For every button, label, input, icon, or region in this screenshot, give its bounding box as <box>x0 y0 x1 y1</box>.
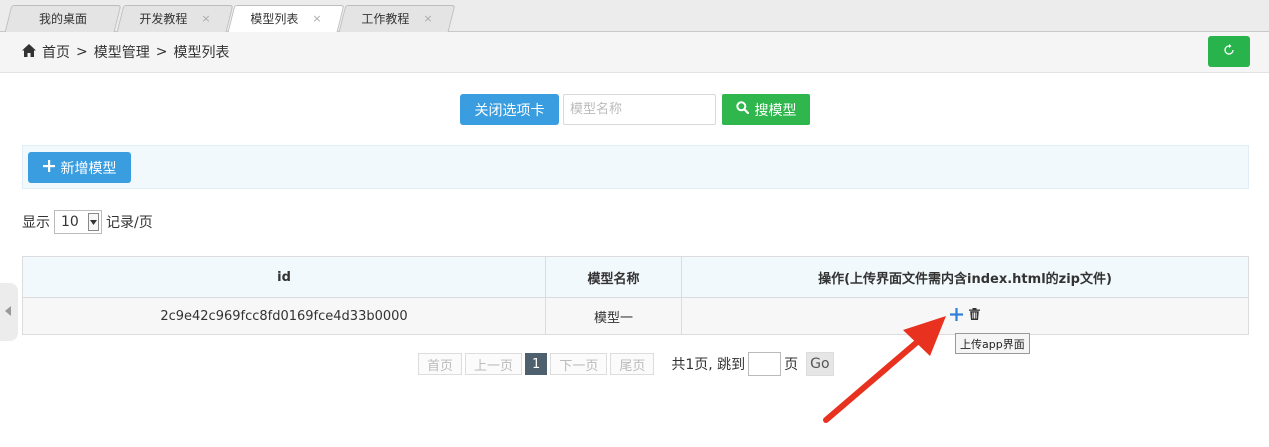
tab-model-list[interactable]: 模型列表 × <box>227 5 345 32</box>
tab-label: 开发教程 <box>139 12 188 26</box>
annotation-arrow-icon <box>823 316 946 423</box>
close-icon[interactable]: × <box>312 12 321 25</box>
tab-label: 模型列表 <box>250 12 299 26</box>
tab-label: 我的桌面 <box>38 12 87 26</box>
close-icon[interactable]: × <box>423 12 432 25</box>
close-icon[interactable]: × <box>201 12 210 25</box>
tab-label: 工作教程 <box>361 12 410 26</box>
